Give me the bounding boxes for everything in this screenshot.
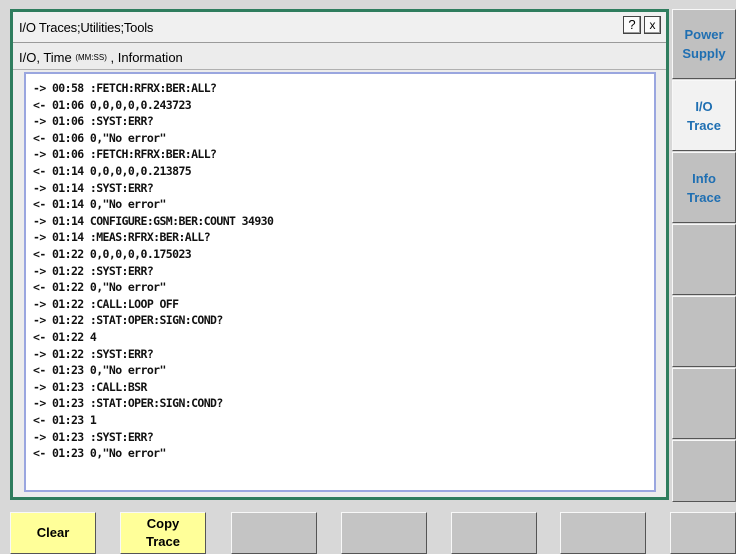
header-io-time: I/O, Time	[19, 50, 76, 65]
side-button-7[interactable]	[672, 440, 736, 502]
close-button[interactable]: x	[644, 16, 661, 34]
side-button-4[interactable]	[672, 224, 736, 295]
softkey-bar-background	[0, 502, 736, 512]
info-trace-label-1: Info	[692, 170, 716, 186]
trace-line: -> 01:22 :SYST:ERR?	[33, 263, 154, 278]
trace-line: <- 01:22 4	[33, 330, 97, 344]
trace-line: <- 01:23 0,"No error"	[33, 363, 166, 378]
softkey-3[interactable]	[231, 512, 317, 554]
copy-trace-label-1: Copy	[146, 516, 180, 531]
side-button-6[interactable]	[672, 368, 736, 439]
trace-line: <- 01:14 0,"No error"	[33, 197, 166, 212]
trace-line: <- 01:22 0,0,0,0,0.175023	[33, 247, 192, 261]
copy-trace-button[interactable]: Copy Trace	[120, 512, 206, 554]
clear-button[interactable]: Clear	[10, 512, 96, 554]
trace-line: <- 01:14 0,0,0,0,0.213875	[33, 164, 192, 178]
info-trace-label-2: Trace	[687, 189, 721, 205]
trace-line: -> 01:22 :SYST:ERR?	[33, 346, 154, 361]
io-trace-label-1: I/O	[695, 98, 713, 114]
trace-line: <- 01:06 0,0,0,0,0.243723	[33, 97, 192, 112]
trace-line: -> 01:23 :CALL:BSR	[33, 379, 147, 394]
trace-line: -> 01:14 :MEAS:RFRX:BER:ALL?	[33, 230, 211, 245]
trace-list[interactable]: -> 00:58 :FETCH:RFRX:BER:ALL? <- 01:06 0,…	[24, 72, 656, 492]
softkey-4[interactable]	[341, 512, 427, 554]
trace-line: -> 01:22 :STAT:OPER:SIGN:COND?	[33, 313, 223, 328]
power-supply-button[interactable]: Power Supply	[672, 9, 736, 79]
column-header-text: I/O, Time (MM:SS) , Information	[19, 50, 183, 65]
io-trace-button[interactable]: I/O Trace	[672, 80, 736, 151]
io-trace-label-2: Trace	[687, 117, 721, 133]
help-button[interactable]: ?	[623, 16, 641, 34]
power-supply-label-1: Power	[684, 27, 724, 42]
trace-line: -> 01:14 :SYST:ERR?	[33, 180, 154, 195]
title-bar: I/O Traces;Utilities;Tools ? x	[13, 12, 666, 43]
trace-line: <- 01:22 0,"No error"	[33, 280, 166, 295]
trace-line: <- 01:06 0,"No error"	[33, 130, 166, 145]
copy-trace-label-2: Trace	[146, 534, 180, 549]
info-trace-button[interactable]: Info Trace	[672, 152, 736, 223]
io-traces-window: I/O Traces;Utilities;Tools ? x I/O, Time…	[10, 9, 669, 500]
side-button-5[interactable]	[672, 296, 736, 367]
trace-line: <- 01:23 0,"No error"	[33, 446, 166, 461]
trace-line: -> 01:06 :SYST:ERR?	[33, 114, 154, 129]
trace-line: -> 01:22 :CALL:LOOP OFF	[33, 296, 179, 311]
trace-line: -> 01:06 :FETCH:RFRX:BER:ALL?	[33, 147, 217, 162]
clear-label: Clear	[36, 525, 70, 540]
trace-line: -> 01:23 :SYST:ERR?	[33, 429, 154, 444]
softkey-6[interactable]	[560, 512, 646, 554]
power-supply-label-2: Supply	[682, 46, 726, 61]
softkey-7[interactable]	[670, 512, 736, 554]
trace-line: <- 01:23 1	[33, 413, 97, 427]
trace-line: -> 00:58 :FETCH:RFRX:BER:ALL?	[33, 81, 217, 95]
trace-line: -> 01:23 :STAT:OPER:SIGN:COND?	[33, 396, 223, 411]
window-title: I/O Traces;Utilities;Tools	[19, 20, 154, 35]
trace-line: -> 01:14 CONFIGURE:GSM:BER:COUNT 34930	[33, 213, 274, 228]
column-header: I/O, Time (MM:SS) , Information	[13, 43, 666, 70]
header-time-format: (MM:SS)	[75, 53, 107, 62]
softkey-5[interactable]	[451, 512, 537, 554]
header-information: , Information	[106, 50, 183, 65]
